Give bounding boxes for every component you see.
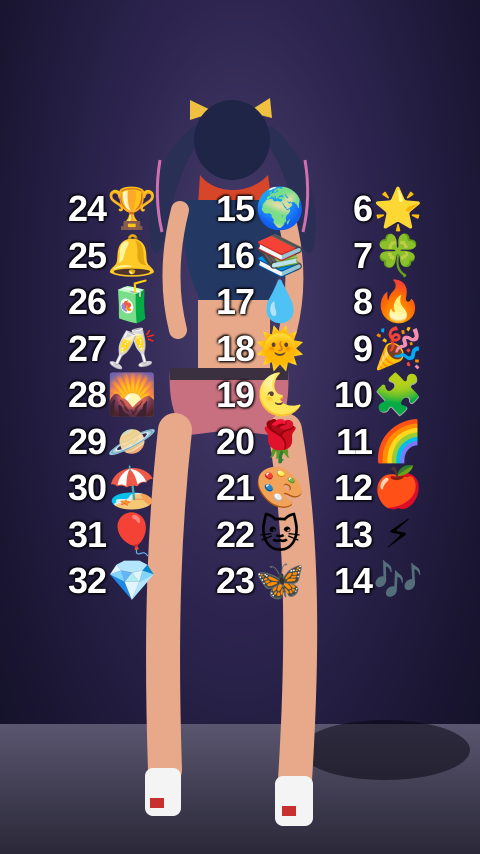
- list-item: 26 🧃: [48, 279, 158, 326]
- trophy-icon: 🏆: [107, 186, 157, 233]
- list-item: 11 🌈: [326, 419, 424, 466]
- list-item: 23 🦋: [196, 558, 306, 605]
- lightning-icon: ⚡: [383, 511, 413, 558]
- list-item: 8 🔥: [326, 279, 424, 326]
- glowing-star-icon: 🌟: [373, 186, 423, 233]
- number-label: 21: [215, 467, 255, 509]
- droplet-icon: 💧: [255, 279, 305, 326]
- puzzle-piece-icon: 🧩: [373, 372, 423, 419]
- red-apple-icon: 🍎: [373, 465, 423, 512]
- gem-icon: 💎: [107, 558, 157, 605]
- champagne-glasses-icon: 🥂: [107, 325, 157, 372]
- number-label: 30: [67, 467, 107, 509]
- list-item: 21 🎨: [196, 465, 306, 512]
- number-label: 20: [215, 420, 255, 462]
- number-label: 23: [215, 560, 255, 602]
- balloon-icon: 🎈: [107, 511, 157, 558]
- list-item: 25 🔔: [48, 233, 158, 280]
- butterfly-icon: 🦋: [255, 558, 305, 605]
- number-label: 26: [67, 281, 107, 323]
- number-label: 10: [333, 374, 373, 416]
- crescent-moon-icon: 🌜: [255, 372, 305, 419]
- list-item: 9 🎉: [326, 326, 424, 373]
- list-item: 13 ⚡: [326, 512, 424, 559]
- number-label: 17: [215, 281, 255, 323]
- number-label: 24: [67, 188, 107, 230]
- rainbow-icon: 🌈: [373, 418, 423, 465]
- cat-face-icon: 🐱: [259, 511, 301, 558]
- number-label: 28: [67, 374, 107, 416]
- rose-icon: 🌹: [255, 418, 305, 465]
- number-label: 6: [352, 188, 373, 230]
- list-item: 12 🍎: [326, 465, 424, 512]
- musical-notes-icon: 🎶: [373, 558, 423, 605]
- party-popper-icon: 🎉: [373, 325, 423, 372]
- number-label: 32: [67, 560, 107, 602]
- number-label: 14: [333, 560, 373, 602]
- list-item: 14 🎶: [326, 558, 424, 605]
- number-label: 13: [333, 513, 373, 555]
- number-label: 18: [215, 327, 255, 369]
- list-item: 29 🪐: [48, 419, 158, 466]
- number-label: 29: [67, 420, 107, 462]
- number-label: 25: [67, 234, 107, 276]
- palette-icon: 🎨: [255, 465, 305, 512]
- number-label: 11: [335, 420, 373, 462]
- beach-umbrella-icon: 🏖️: [107, 465, 157, 512]
- number-label: 16: [215, 234, 255, 276]
- list-item: 15 🌍: [196, 186, 306, 233]
- list-item: 24 🏆: [48, 186, 158, 233]
- number-column-3: 6 🌟 7 🍀 8 🔥 9 🎉 10 🧩 11 🌈 12 🍎 13 ⚡ 14 🎶: [326, 186, 424, 605]
- four-leaf-clover-icon: 🍀: [373, 232, 423, 279]
- list-item: 18 🌞: [196, 326, 306, 373]
- number-label: 7: [352, 234, 373, 276]
- fire-icon: 🔥: [373, 279, 423, 326]
- number-column-2: 15 🌍 16 📚 17 💧 18 🌞 19 🌜 20 🌹 21 🎨 22 🐱 23 🦋: [196, 186, 306, 605]
- list-item: 10 🧩: [326, 372, 424, 419]
- list-item: 17 💧: [196, 279, 306, 326]
- books-icon: 📚: [255, 232, 305, 279]
- number-label: 9: [352, 327, 373, 369]
- list-item: 16 📚: [196, 233, 306, 280]
- ringed-planet-icon: 🪐: [107, 418, 157, 465]
- list-item: 32 💎: [48, 558, 158, 605]
- number-label: 12: [333, 467, 373, 509]
- list-item: 30 🏖️: [48, 465, 158, 512]
- list-item: 19 🌜: [196, 372, 306, 419]
- number-label: 15: [215, 188, 255, 230]
- number-label: 31: [67, 513, 107, 555]
- list-item: 7 🍀: [326, 233, 424, 280]
- list-item: 31 🎈: [48, 512, 158, 559]
- juice-box-icon: 🧃: [107, 279, 157, 326]
- number-label: 8: [352, 281, 373, 323]
- number-label: 22: [215, 513, 255, 555]
- number-label: 19: [215, 374, 255, 416]
- list-item: 28 🌄: [48, 372, 158, 419]
- number-column-1: 24 🏆 25 🔔 26 🧃 27 🥂 28 🌄 29 🪐 30 🏖️ 31 🎈 32 💎: [48, 186, 158, 605]
- list-item: 27 🥂: [48, 326, 158, 373]
- game-screen: { "columns": [ { "rows": [ {"num":"24","…: [0, 0, 480, 854]
- list-item: 20 🌹: [196, 419, 306, 466]
- sun-face-icon: 🌞: [255, 325, 305, 372]
- sunrise-mountains-icon: 🌄: [107, 372, 157, 419]
- globe-icon: 🌍: [255, 186, 305, 233]
- number-label: 27: [67, 327, 107, 369]
- list-item: 22 🐱: [196, 512, 306, 559]
- bell-icon: 🔔: [107, 232, 157, 279]
- list-item: 6 🌟: [326, 186, 424, 233]
